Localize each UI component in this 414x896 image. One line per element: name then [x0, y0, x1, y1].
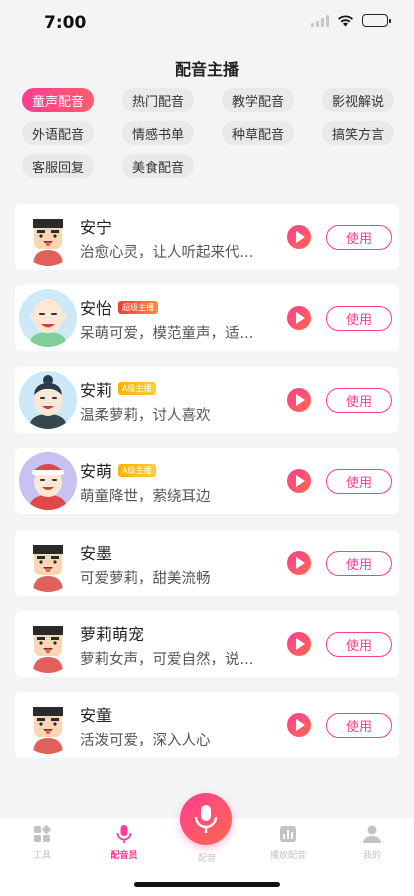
voice-name: 安墨 [80, 543, 113, 563]
battery-icon [362, 14, 391, 27]
voice-description: 温柔萝莉，讨人喜欢 [80, 407, 211, 424]
voice-name: 萝莉萌宠 [80, 624, 145, 644]
tab-tools[interactable]: 工具 [12, 824, 72, 861]
tag-child-voice[interactable]: 童声配音 [22, 88, 94, 112]
category-tags: 童声配音 热门配音 教学配音 影视解说 外语配音 情感书单 种草配音 搞笑方言 … [22, 88, 394, 178]
voice-description: 萌童降世，萦绕耳边 [80, 489, 211, 506]
voice-name: 安怡 [80, 299, 113, 319]
play-preview-button[interactable] [287, 225, 311, 249]
page-title: 配音主播 [174, 60, 239, 79]
voice-name-row: 安莉 A级主播 [80, 377, 156, 401]
tag-foreign-language[interactable]: 外语配音 [22, 121, 94, 145]
level-badge: 超级主播 [118, 300, 159, 314]
tag-food[interactable]: 美食配音 [122, 154, 194, 178]
avatar [19, 614, 77, 673]
play-preview-button[interactable] [287, 387, 311, 412]
voice-description: 活泼可爱，深入人心 [80, 733, 211, 750]
tag-customer-service[interactable]: 客服回复 [22, 154, 94, 178]
voice-name-row: 萝莉萌宠 [80, 621, 144, 645]
avatar [19, 533, 77, 592]
tag-product-promo[interactable]: 种草配音 [222, 121, 294, 145]
play-preview-button[interactable] [287, 713, 311, 738]
voice-name-row: 安宁 [80, 214, 112, 238]
use-voice-button[interactable]: 使用 [326, 387, 392, 413]
use-voice-button[interactable]: 使用 [326, 306, 392, 332]
use-voice-button[interactable]: 使用 [326, 713, 392, 739]
status-time: 7:00 [44, 13, 87, 33]
voice-card[interactable]: 安宁治愈心灵，让人听起来代... 使用 [15, 204, 399, 270]
tab-voice-actors[interactable]: 配音员 [94, 824, 154, 861]
voice-list: 安宁 治愈心灵，让人听起来代... 使用 安怡 超级主播 呆萌可爱，模范童声，适... 使用… [15, 204, 399, 774]
tag-popular[interactable]: 热门配音 [122, 88, 194, 112]
voice-name: 安童 [80, 706, 113, 726]
bar-chart-icon [278, 824, 298, 844]
tab-broadcast[interactable]: 播放配音 [258, 824, 318, 861]
play-preview-button[interactable] [287, 306, 311, 331]
user-icon [362, 824, 382, 844]
voice-name-row: 安怡 超级主播 [80, 295, 159, 319]
tag-emotion-booklist[interactable]: 情感书单 [122, 121, 194, 145]
voice-description: 治愈心灵，让人听起来代... [80, 245, 254, 261]
play-preview-button[interactable] [287, 469, 311, 494]
voice-card[interactable]: 安童活泼可爱，深入人心 使用 [15, 692, 399, 759]
voice-name-row: 安墨 [80, 540, 112, 564]
voice-name-row: 安童 [80, 702, 112, 726]
play-preview-button[interactable] [287, 631, 311, 656]
cellular-signal-icon [311, 14, 329, 27]
home-indicator [134, 882, 280, 887]
voice-name: 安萌 [80, 462, 113, 482]
dub-record-button[interactable] [180, 793, 232, 845]
use-voice-button[interactable]: 使用 [326, 631, 392, 657]
avatar [19, 289, 77, 348]
voice-card[interactable]: 安莉 A级主播温柔萝莉，讨人喜欢 使用 [15, 366, 399, 433]
tab-mine[interactable]: 我的 [342, 824, 402, 861]
use-voice-button[interactable]: 使用 [326, 225, 392, 250]
microphone-icon [114, 824, 134, 844]
avatar [19, 696, 77, 755]
level-badge: A级主播 [118, 382, 156, 396]
play-preview-button[interactable] [287, 550, 311, 575]
level-badge: A级主播 [118, 463, 156, 477]
avatar [19, 452, 77, 511]
tag-teaching[interactable]: 教学配音 [222, 88, 294, 112]
status-icons [311, 14, 391, 27]
voice-name: 安宁 [80, 218, 113, 237]
voice-card[interactable]: 安怡 超级主播呆萌可爱，模范童声，适... 使用 [15, 285, 399, 352]
use-voice-button[interactable]: 使用 [326, 469, 392, 495]
voice-card[interactable]: 萝莉萌宠萝莉女声，可爱自然，说... 使用 [15, 610, 399, 677]
voice-card[interactable]: 安墨可爱萝莉，甜美流畅 使用 [15, 529, 399, 596]
status-bar: 7:00 [0, 0, 414, 48]
tag-film-commentary[interactable]: 影视解说 [322, 88, 394, 112]
voice-description: 呆萌可爱，模范童声，适... [80, 326, 254, 343]
tag-comedy-dialect[interactable]: 搞笑方言 [322, 121, 394, 145]
grid-icon [32, 824, 52, 844]
microphone-icon [194, 805, 218, 833]
avatar [19, 370, 77, 429]
avatar [19, 208, 77, 266]
voice-name: 安莉 [80, 380, 113, 400]
tab-tools-label: 工具 [32, 851, 51, 861]
tab-broadcast-label: 播放配音 [269, 851, 306, 861]
wifi-icon [338, 15, 353, 27]
use-voice-button[interactable]: 使用 [326, 550, 392, 576]
tab-mine-label: 我的 [362, 851, 381, 861]
voice-card[interactable]: 安萌 A级主播萌童降世，萦绕耳边 使用 [15, 448, 399, 515]
dub-label: 配音 [197, 854, 216, 864]
voice-name-row: 安萌 A级主播 [80, 458, 156, 482]
voice-description: 可爱萝莉，甜美流畅 [80, 570, 211, 587]
voice-description: 萝莉女声，可爱自然，说... [80, 651, 254, 668]
tab-voice-actors-label: 配音员 [110, 851, 138, 861]
